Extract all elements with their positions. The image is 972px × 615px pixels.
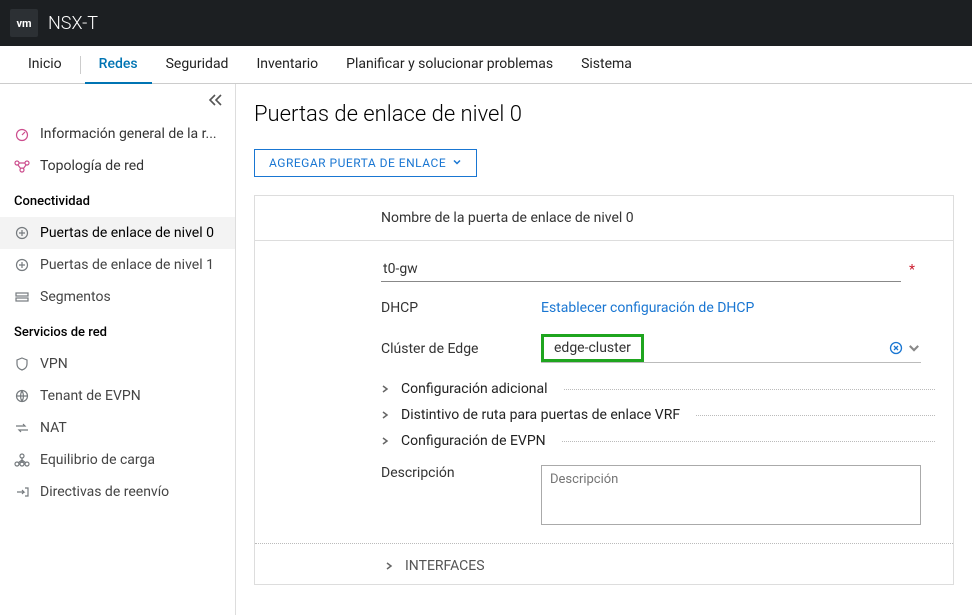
main-nav: Inicio Redes Seguridad Inventario Planif… [0, 46, 972, 84]
forwarding-icon [14, 484, 30, 500]
chevron-down-icon [452, 156, 462, 170]
sidebar-item-label: Tenant de EVPN [40, 388, 141, 404]
clear-cluster-button[interactable] [889, 341, 921, 355]
top-bar: vm NSX-T [0, 0, 972, 46]
nav-seguridad[interactable]: Seguridad [152, 46, 243, 84]
gauge-icon [14, 126, 30, 142]
vmware-logo: vm [10, 9, 38, 37]
loadbalance-icon [14, 452, 30, 468]
gateway-icon [14, 257, 30, 273]
sidebar-item-label: Información general de la r... [40, 126, 217, 142]
nat-icon [14, 420, 30, 436]
nav-inventario[interactable]: Inventario [242, 46, 332, 84]
description-label: Descripción [381, 465, 541, 481]
expander-additional-config[interactable]: Configuración adicional [381, 381, 935, 397]
sidebar-item-vpn[interactable]: VPN [0, 348, 235, 380]
add-gateway-button[interactable]: AGREGAR PUERTA DE ENLACE [254, 149, 477, 177]
sidebar-item-label: Directivas de reenvío [40, 484, 169, 500]
sidebar-item-label: VPN [40, 356, 68, 372]
sidebar-item-overview[interactable]: Información general de la r... [0, 118, 235, 150]
collapse-sidebar-icon[interactable] [207, 92, 223, 112]
nav-inicio[interactable]: Inicio [14, 46, 76, 84]
sidebar-item-evpn[interactable]: Tenant de EVPN [0, 380, 235, 412]
gateway-name-input[interactable] [381, 257, 901, 282]
required-indicator: * [909, 262, 915, 278]
expander-label: Configuración de EVPN [401, 433, 546, 449]
expander-interfaces[interactable]: INTERFACES [255, 543, 953, 574]
sidebar-item-topology[interactable]: Topología de red [0, 150, 235, 182]
sidebar: Información general de la r... Topología… [0, 84, 236, 615]
expander-vrf-route[interactable]: Distintivo de ruta para puertas de enlac… [381, 407, 935, 423]
sidebar-item-loadbalance[interactable]: Equilibrio de carga [0, 444, 235, 476]
segments-icon [14, 289, 30, 305]
sidebar-item-label: Puertas de enlace de nivel 1 [40, 257, 214, 273]
panel-column-header: Nombre de la puerta de enlace de nivel 0 [255, 196, 953, 241]
shield-icon [14, 356, 30, 372]
expander-label: Configuración adicional [401, 381, 548, 397]
chevron-right-icon [385, 561, 395, 571]
chevron-right-icon [381, 410, 391, 420]
gateway-panel: Nombre de la puerta de enlace de nivel 0… [254, 195, 954, 585]
dhcp-config-link[interactable]: Establecer configuración de DHCP [541, 300, 754, 316]
nav-redes[interactable]: Redes [85, 46, 152, 84]
expander-evpn-config[interactable]: Configuración de EVPN [381, 433, 935, 449]
sidebar-item-label: Topología de red [40, 158, 144, 174]
expander-dots [696, 415, 935, 416]
sidebar-item-label: NAT [40, 420, 67, 436]
sidebar-item-t0-gateways[interactable]: Puertas de enlace de nivel 0 [0, 217, 235, 249]
sidebar-item-label: Equilibrio de carga [40, 452, 155, 468]
nav-planificar[interactable]: Planificar y solucionar problemas [332, 46, 567, 84]
dhcp-label: DHCP [381, 300, 541, 316]
sidebar-item-forwarding[interactable]: Directivas de reenvío [0, 476, 235, 508]
expander-label: Distintivo de ruta para puertas de enlac… [401, 407, 680, 423]
app-title: NSX-T [48, 13, 98, 34]
chevron-down-icon [907, 341, 921, 355]
add-gateway-label: AGREGAR PUERTA DE ENLACE [269, 156, 446, 170]
chevron-right-icon [381, 436, 391, 446]
sidebar-group-servicios: Servicios de red [0, 313, 235, 348]
nav-sistema[interactable]: Sistema [567, 46, 646, 84]
gateway-icon [14, 225, 30, 241]
sidebar-item-t1-gateways[interactable]: Puertas de enlace de nivel 1 [0, 249, 235, 281]
nav-separator [80, 56, 81, 74]
edge-cluster-label: Clúster de Edge [381, 341, 541, 357]
sidebar-item-segments[interactable]: Segmentos [0, 281, 235, 313]
edge-cluster-select[interactable]: edge-cluster [541, 334, 921, 363]
interfaces-label: INTERFACES [405, 558, 485, 574]
page-title: Puertas de enlace de nivel 0 [254, 102, 954, 127]
sidebar-item-label: Puertas de enlace de nivel 0 [40, 225, 214, 241]
description-textarea[interactable] [541, 465, 921, 525]
edge-cluster-value: edge-cluster [541, 334, 644, 362]
sidebar-item-nat[interactable]: NAT [0, 412, 235, 444]
sidebar-group-conectividad: Conectividad [0, 182, 235, 217]
content-area: Puertas de enlace de nivel 0 AGREGAR PUE… [236, 84, 972, 615]
topology-icon [14, 158, 30, 174]
evpn-icon [14, 388, 30, 404]
expander-dots [564, 389, 935, 390]
sidebar-item-label: Segmentos [40, 289, 111, 305]
chevron-right-icon [381, 384, 391, 394]
expander-dots [562, 441, 935, 442]
